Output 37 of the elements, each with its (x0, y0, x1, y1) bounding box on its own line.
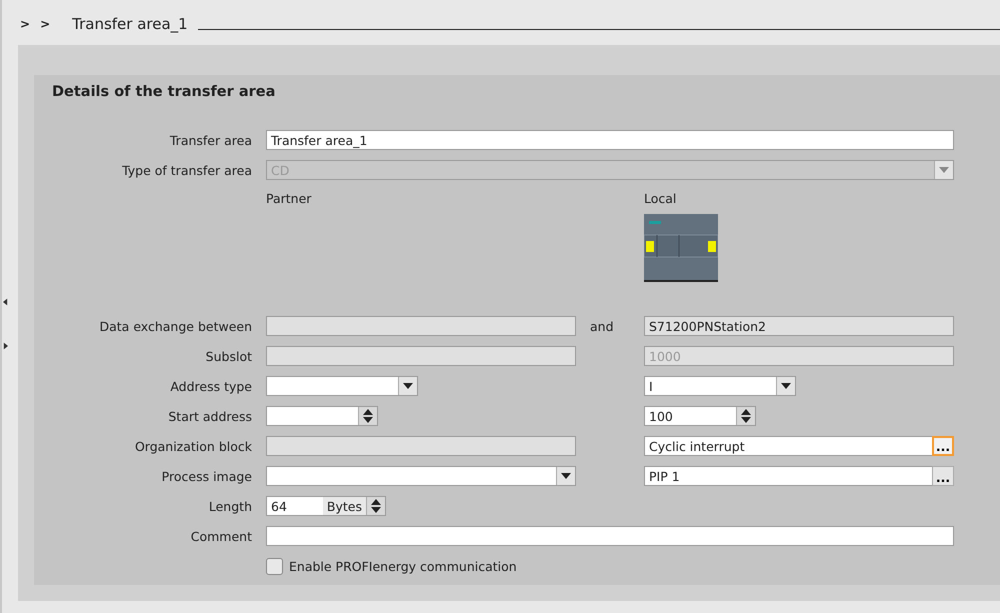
field-label: Length (208, 498, 253, 514)
readonly-field: 1000 (644, 346, 954, 366)
browse-field[interactable]: Cyclic interrupt ... (644, 436, 954, 456)
browse-field[interactable]: PIP 1 ... (644, 466, 954, 486)
unit-label: Bytes (322, 497, 366, 515)
chevron-icon[interactable]: > (20, 17, 30, 31)
field-label: Address type (169, 378, 253, 394)
browse-button[interactable]: ... (932, 466, 954, 486)
dropdown-field[interactable] (266, 466, 576, 486)
field-label: Start address (167, 408, 253, 424)
profienergy-checkbox[interactable]: Enable PROFIenergy communication (266, 558, 517, 574)
chevron-icon[interactable]: > (40, 17, 50, 31)
breadcrumb-title: Transfer area_1 (72, 15, 188, 33)
spin-field[interactable] (266, 406, 378, 426)
spinner-arrows-icon[interactable] (736, 407, 755, 425)
dropdown-field[interactable]: I (644, 376, 796, 396)
field-label: Subslot (204, 348, 253, 364)
field-label: Data exchange between (98, 318, 253, 334)
spinner-arrows-icon[interactable] (366, 497, 385, 515)
spinner-arrows-icon[interactable] (358, 407, 377, 425)
connector-label: and (590, 318, 614, 334)
field-label: Organization block (134, 438, 253, 454)
checkbox-icon[interactable] (266, 558, 283, 574)
text-field[interactable] (266, 526, 954, 546)
section-title: Details of the transfer area (52, 83, 276, 102)
field-label: Transfer area (168, 132, 253, 148)
dropdown-field[interactable] (266, 376, 418, 396)
text-field[interactable]: Transfer area_1 (266, 130, 954, 150)
column-heading: Local (644, 191, 678, 206)
spin-field[interactable]: 100 (644, 406, 756, 426)
field-label: Comment (190, 528, 253, 544)
browse-button[interactable]: ... (932, 436, 954, 456)
field-label: Process image (160, 468, 253, 484)
column-heading: Partner (266, 191, 312, 208)
readonly-field: S71200PNStation2 (644, 316, 954, 336)
length-field[interactable]: 64 Bytes (266, 496, 386, 516)
field-label: Type of transfer area (121, 162, 253, 178)
